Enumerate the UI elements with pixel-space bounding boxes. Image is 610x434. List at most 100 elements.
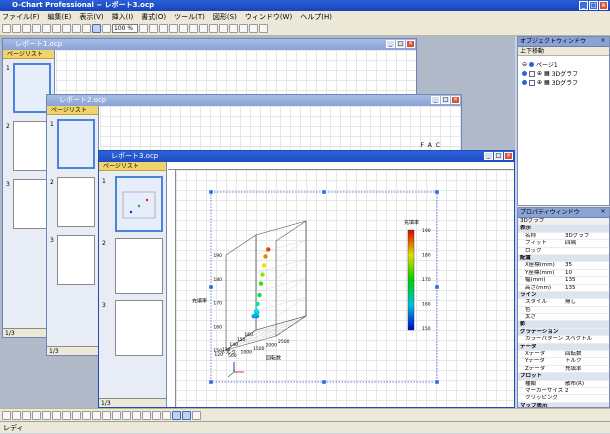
bring-front-icon[interactable] — [122, 410, 131, 420]
close-button[interactable]: × — [599, 1, 608, 10]
open-icon[interactable] — [12, 24, 21, 33]
menu-help[interactable]: ヘルプ(H) — [300, 12, 332, 22]
cut-icon[interactable] — [52, 24, 61, 33]
text-icon[interactable] — [199, 24, 208, 33]
property-window-close-icon[interactable]: × — [599, 209, 607, 216]
lock-checkbox[interactable] — [529, 79, 535, 86]
property-value[interactable]: 無し — [564, 299, 609, 305]
property-section[interactable]: 影 — [518, 321, 609, 329]
fill-color-icon[interactable] — [229, 24, 238, 33]
align-left-icon[interactable] — [2, 410, 11, 420]
report3-title-bar[interactable]: レポート3.ocp _ □ × — [99, 151, 514, 162]
property-section[interactable]: プロット — [518, 373, 609, 381]
menu-view[interactable]: 表示(V) — [79, 12, 103, 22]
report1-minimize-button[interactable]: _ — [386, 40, 395, 48]
zoom-icon[interactable] — [102, 24, 111, 33]
property-value[interactable]: 散布(R) — [564, 381, 609, 387]
report2-maximize-button[interactable]: □ — [441, 96, 450, 104]
property-value[interactable]: 35 — [564, 262, 609, 268]
copy-icon[interactable] — [62, 24, 71, 33]
image-icon[interactable] — [209, 24, 218, 33]
align-middle-icon[interactable] — [42, 410, 51, 420]
property-section[interactable]: グラデーション — [518, 328, 609, 337]
report1-maximize-button[interactable]: □ — [396, 40, 405, 48]
chart-icon[interactable] — [139, 24, 148, 33]
align-top-icon[interactable] — [32, 410, 41, 420]
property-value[interactable] — [564, 314, 609, 320]
property-row[interactable]: Y座標(mm) 10 — [518, 270, 609, 278]
report3-window[interactable]: レポート3.ocp _ □ × ページリスト 1 2 3 1/3 150 160 1… — [98, 150, 515, 408]
rotate-icon[interactable] — [142, 410, 151, 420]
property-value[interactable] — [564, 373, 609, 379]
3d-scatter-chart[interactable]: 150160170180190160150140130120 5001000150… — [176, 170, 514, 406]
minus-icon[interactable]: ⊖ — [522, 61, 527, 68]
page-thumbnail[interactable] — [57, 235, 95, 285]
report3-maximize-button[interactable]: □ — [494, 152, 503, 160]
maximize-button[interactable]: □ — [589, 1, 598, 10]
plus-icon[interactable]: ⊕ — [537, 70, 542, 77]
report2-minimize-button[interactable]: _ — [431, 96, 440, 104]
grid-icon[interactable] — [162, 410, 171, 420]
property-value[interactable]: 3Dグラフ — [564, 233, 609, 239]
tree-item-page[interactable]: ⊖ ページ1 — [522, 60, 558, 69]
property-value[interactable]: 四隅 — [564, 240, 609, 246]
undo-icon[interactable] — [82, 24, 91, 33]
property-row[interactable]: X座標(mm) 35 — [518, 262, 609, 270]
property-section[interactable]: データ — [518, 343, 609, 352]
menu-edit[interactable]: 編集(E) — [48, 12, 72, 22]
property-row[interactable]: スタイル 無し — [518, 299, 609, 307]
property-value[interactable] — [564, 248, 609, 254]
page-thumbnail[interactable] — [115, 238, 163, 294]
page-thumbnail[interactable] — [115, 176, 163, 232]
report3-canvas[interactable]: 150 160 170 180 190 160 150 140 130 120 500 1000 150… — [176, 170, 514, 407]
property-value[interactable]: スペクトル — [564, 336, 609, 342]
report2-close-button[interactable]: × — [451, 96, 460, 104]
line-color-icon[interactable] — [239, 24, 248, 33]
group-icon[interactable] — [102, 410, 111, 420]
property-value[interactable] — [564, 225, 609, 231]
property-value[interactable]: 10 — [564, 270, 609, 276]
distribute-h-icon[interactable] — [62, 410, 71, 420]
property-value[interactable]: 135 — [564, 285, 609, 291]
property-value[interactable] — [564, 255, 609, 261]
property-row[interactable]: ロック — [518, 248, 609, 255]
snap-grid-icon[interactable] — [172, 410, 181, 420]
flip-icon[interactable] — [152, 410, 161, 420]
property-row[interactable]: フィット 四隅 — [518, 240, 609, 248]
property-row[interactable]: Zデータ 充填率 — [518, 366, 609, 374]
menu-file[interactable]: ファイル(F) — [2, 12, 40, 22]
property-value[interactable]: 充填率 — [564, 366, 609, 372]
ruler-icon[interactable] — [192, 410, 201, 420]
zoom-select[interactable]: 100 % — [112, 24, 138, 33]
report2-title-bar[interactable]: レポート2.ocp _ □ × — [47, 95, 461, 106]
minimize-button[interactable]: _ — [579, 1, 588, 10]
chart3d-icon[interactable] — [149, 24, 158, 33]
property-value[interactable] — [564, 307, 609, 313]
property-value[interactable] — [564, 329, 609, 335]
align-center-icon[interactable] — [12, 410, 21, 420]
save-icon[interactable] — [22, 24, 31, 33]
property-row[interactable]: 種類 散布(R) — [518, 381, 609, 388]
report3-close-button[interactable]: × — [504, 152, 513, 160]
line-icon[interactable] — [159, 24, 168, 33]
page-thumbnail[interactable] — [115, 300, 163, 356]
show-grid-icon[interactable] — [182, 410, 191, 420]
align-right-icon[interactable] — [22, 410, 31, 420]
property-value[interactable]: 2 — [564, 388, 609, 394]
tree-item-chart[interactable]: ⊕ ▦ 3Dグラフ — [522, 69, 578, 78]
line-style-icon[interactable] — [249, 24, 258, 33]
align-bottom-icon[interactable] — [52, 410, 61, 420]
preview-icon[interactable] — [42, 24, 51, 33]
send-back-icon[interactable] — [132, 410, 141, 420]
line-width-icon[interactable] — [259, 24, 268, 33]
property-section[interactable]: ライン — [518, 291, 609, 300]
rect-icon[interactable] — [169, 24, 178, 33]
property-section[interactable]: 配置 — [518, 254, 609, 263]
move-up-down-button[interactable]: 上下移動 — [520, 48, 544, 55]
property-value[interactable]: 回転数 — [564, 351, 609, 357]
paste-icon[interactable] — [72, 24, 81, 33]
same-height-icon[interactable] — [92, 410, 101, 420]
visibility-icon[interactable] — [522, 80, 527, 85]
property-value[interactable] — [564, 321, 609, 327]
menu-shape[interactable]: 図形(S) — [213, 12, 237, 22]
